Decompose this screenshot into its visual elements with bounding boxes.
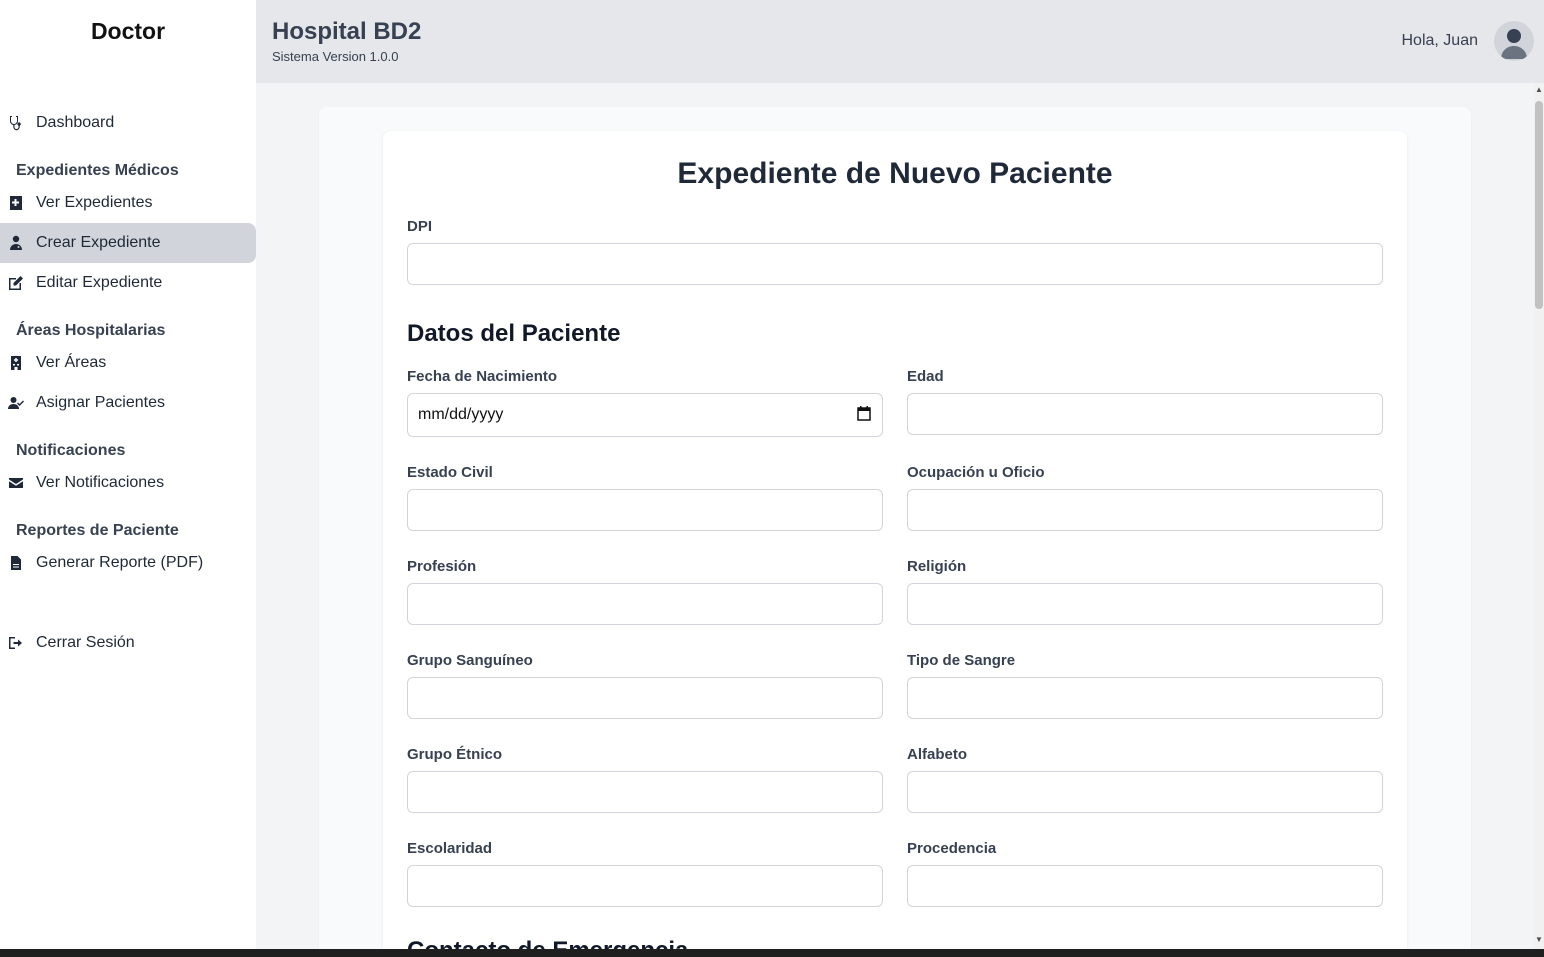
sidebar-section-records: Expedientes Médicos [16, 162, 179, 179]
user-greeting: Hola, Juan [1401, 32, 1479, 49]
birth-date-placeholder: mm/dd/yyyy [418, 406, 504, 423]
sidebar-item-label: Asignar Pacientes [36, 394, 165, 411]
form-title: Expediente de Nuevo Paciente [677, 157, 1113, 190]
profession-label: Profesión [407, 558, 477, 575]
sidebar-brand: Doctor [90, 18, 166, 44]
profession-input[interactable] [407, 583, 883, 625]
emergency-contact-heading: Contacto de Emergencia [407, 937, 688, 949]
file-pdf-icon [8, 555, 24, 571]
blood-type-label: Tipo de Sangre [907, 652, 1016, 669]
sidebar-item-label: Crear Expediente [36, 234, 161, 251]
app-title: Hospital BD2 [272, 18, 422, 45]
calendar-icon[interactable] [856, 405, 872, 426]
envelope-icon [8, 475, 24, 491]
user-doctor-icon [8, 235, 24, 251]
sidebar-section-areas: Áreas Hospitalarias [16, 322, 166, 339]
blood-group-input[interactable] [407, 677, 883, 719]
sidebar-item-label: Generar Reporte (PDF) [36, 554, 204, 571]
user-check-icon [8, 395, 24, 411]
sidebar-item-logout[interactable]: Cerrar Sesión [0, 623, 256, 663]
user-avatar-icon[interactable] [1494, 21, 1534, 61]
file-medical-icon [8, 195, 24, 211]
sidebar-item-label: Editar Expediente [36, 274, 163, 291]
sidebar: Doctor Dashboard Expedientes Médicos Ver… [0, 0, 256, 957]
sidebar-item-view-notifications[interactable]: Ver Notificaciones [0, 463, 256, 503]
dpi-input[interactable] [407, 243, 1383, 285]
ethnic-group-input[interactable] [407, 771, 883, 813]
app-version: Sistema Version 1.0.0 [272, 49, 399, 64]
sidebar-section-notifications: Notificaciones [16, 442, 126, 459]
birth-date-input[interactable]: mm/dd/yyyy [407, 393, 883, 437]
religion-label: Religión [907, 558, 967, 575]
top-header: Hospital BD2 Sistema Version 1.0.0 Hola,… [256, 0, 1544, 83]
new-patient-form: Expediente de Nuevo Paciente DPI Datos d… [383, 131, 1407, 949]
window-bottom-edge [0, 949, 1544, 957]
age-label: Edad [907, 368, 944, 385]
scroll-down-arrow-icon[interactable]: ▼ [1534, 935, 1544, 944]
content-panel: Expediente de Nuevo Paciente DPI Datos d… [319, 107, 1471, 949]
sidebar-item-label: Cerrar Sesión [36, 634, 135, 651]
blood-group-label: Grupo Sanguíneo [407, 652, 533, 669]
sidebar-item-label: Dashboard [36, 114, 115, 131]
sidebar-item-view-records[interactable]: Ver Expedientes [0, 183, 256, 223]
patient-data-heading: Datos del Paciente [407, 320, 621, 347]
sidebar-item-create-record[interactable]: Crear Expediente [0, 223, 256, 263]
literacy-label: Alfabeto [907, 746, 967, 763]
sidebar-item-generate-report[interactable]: Generar Reporte (PDF) [0, 543, 256, 583]
age-input[interactable] [907, 393, 1383, 435]
schooling-input[interactable] [407, 865, 883, 907]
civil-status-input[interactable] [407, 489, 883, 531]
birth-date-label: Fecha de Nacimiento [407, 368, 558, 385]
occupation-label: Ocupación u Oficio [907, 464, 1045, 481]
edit-icon [8, 275, 24, 291]
sidebar-item-view-areas[interactable]: Ver Áreas [0, 343, 256, 383]
sidebar-item-label: Ver Áreas [36, 354, 107, 371]
sidebar-item-assign-patients[interactable]: Asignar Pacientes [0, 383, 256, 423]
blood-type-input[interactable] [907, 677, 1383, 719]
sign-out-icon [8, 635, 24, 651]
hospital-icon [8, 355, 24, 371]
occupation-input[interactable] [907, 489, 1383, 531]
sidebar-item-label: Ver Expedientes [36, 194, 153, 211]
religion-input[interactable] [907, 583, 1383, 625]
schooling-label: Escolaridad [407, 840, 493, 857]
origin-input[interactable] [907, 865, 1383, 907]
sidebar-item-dashboard[interactable]: Dashboard [0, 103, 256, 143]
literacy-input[interactable] [907, 771, 1383, 813]
sidebar-item-label: Ver Notificaciones [36, 474, 165, 491]
dpi-label: DPI [407, 218, 433, 235]
main-content: Expediente de Nuevo Paciente DPI Datos d… [256, 83, 1534, 949]
sidebar-item-edit-record[interactable]: Editar Expediente [0, 263, 256, 303]
ethnic-group-label: Grupo Étnico [407, 746, 502, 763]
civil-status-label: Estado Civil [407, 464, 493, 481]
origin-label: Procedencia [907, 840, 997, 857]
stethoscope-icon [8, 115, 24, 131]
sidebar-section-reports: Reportes de Paciente [16, 522, 179, 539]
scroll-up-arrow-icon[interactable]: ▲ [1534, 85, 1544, 94]
scrollbar-thumb[interactable] [1535, 101, 1543, 309]
page-scrollbar[interactable]: ▲ ▼ [1534, 83, 1544, 949]
